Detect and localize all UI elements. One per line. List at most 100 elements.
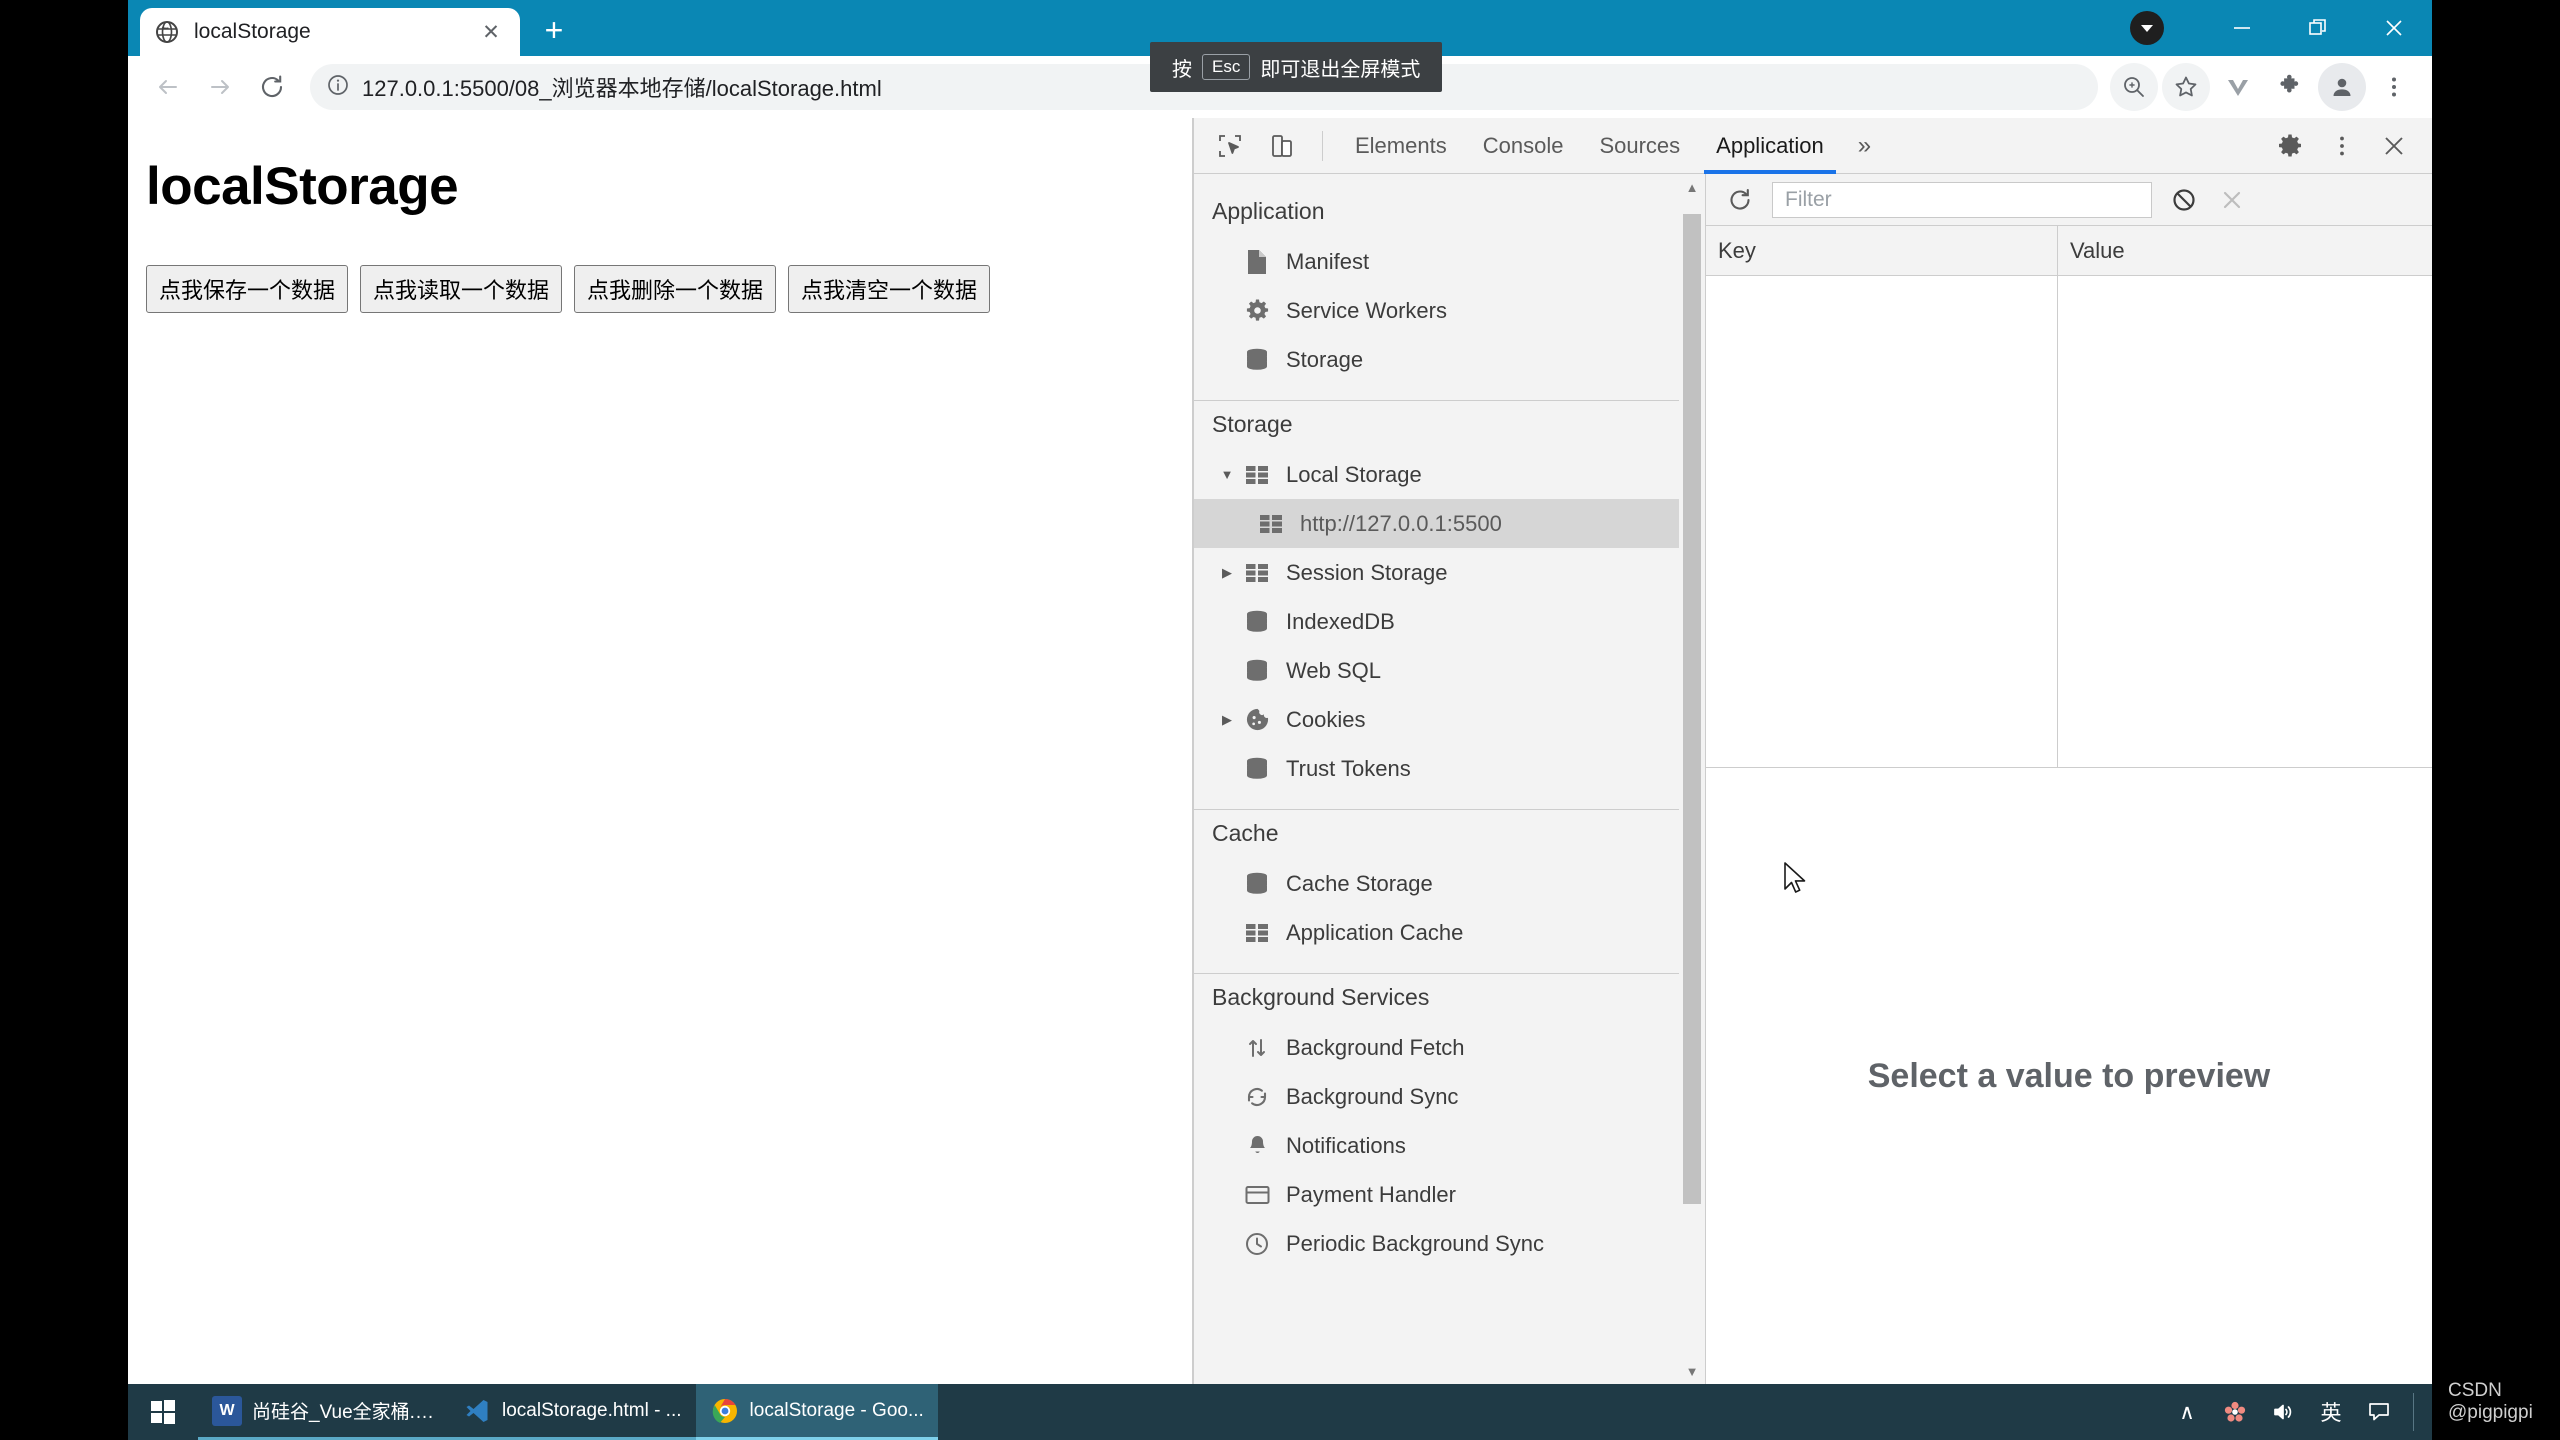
sidebar-group-cache: Cache [1212,820,1279,846]
toast-suffix: 即可退出全屏模式 [1260,58,1421,81]
maximize-restore-button[interactable] [2280,0,2356,56]
sidebar-item-indexeddb[interactable]: IndexedDB [1194,597,1705,646]
chrome-menu-icon[interactable] [2370,63,2418,111]
taskbar-item-vscode[interactable]: localStorage.html - ... [448,1384,696,1440]
vue-devtools-icon[interactable] [2214,63,2262,111]
sidebar-item-service-workers[interactable]: Service Workers [1194,286,1705,335]
sidebar-scrollbar[interactable]: ▲ ▼ [1679,174,1705,1384]
back-button[interactable] [142,61,194,113]
filter-input[interactable]: Filter [1772,181,2152,218]
document-icon [1240,249,1274,275]
device-toolbar-icon[interactable] [1256,123,1308,169]
clock-icon [1240,1232,1274,1256]
inspect-element-icon[interactable] [1204,123,1256,169]
devtools-close-icon[interactable] [2368,123,2420,169]
sidebar-group-storage: Storage [1212,411,1293,437]
storage-table-body[interactable] [1706,276,2432,768]
tab-console[interactable]: Console [1465,118,1582,174]
clear-data-button[interactable]: 点我清空一个数据 [788,265,991,313]
scrollbar-track[interactable] [1679,200,1705,1358]
tab-elements[interactable]: Elements [1337,118,1465,174]
tab-close-icon[interactable]: ✕ [476,17,506,47]
preview-empty-message: Select a value to preview [1867,1056,2271,1095]
download-indicator-icon[interactable] [2130,11,2164,45]
chevron-right-icon[interactable]: ▶ [1216,712,1238,728]
zoom-icon[interactable] [2110,63,2158,111]
reload-button[interactable] [246,61,298,113]
sidebar-item-local-storage-origin[interactable]: http://127.0.0.1:5500 [1194,499,1705,548]
sidebar-item-periodic-background-sync[interactable]: Periodic Background Sync [1194,1219,1705,1268]
column-header-key[interactable]: Key [1706,226,2058,275]
volume-icon[interactable] [2261,1384,2305,1440]
devtools-menu-icon[interactable] [2316,123,2368,169]
credit-card-icon [1240,1185,1274,1205]
sidebar-label: Web SQL [1286,657,1381,683]
table-icon [1254,514,1288,534]
delete-selected-icon[interactable] [2208,178,2256,222]
sidebar-item-background-fetch[interactable]: Background Fetch [1194,1023,1705,1072]
chevron-right-icon[interactable]: ▶ [1216,565,1238,581]
extensions-puzzle-icon[interactable] [2266,63,2314,111]
window-controls [2130,0,2432,56]
show-hidden-icons[interactable]: ∧ [2165,1384,2209,1440]
column-header-value[interactable]: Value [2058,226,2432,275]
devtools-tabbar: Elements Console Sources Application » [1194,118,2432,174]
sidebar-item-web-sql[interactable]: Web SQL [1194,646,1705,695]
more-tabs-icon[interactable]: » [1842,118,1887,174]
tab-application[interactable]: Application [1698,118,1842,174]
scroll-up-icon[interactable]: ▲ [1686,174,1699,200]
sidebar-item-session-storage[interactable]: ▶ Session Storage [1194,548,1705,597]
site-info-icon[interactable] [326,73,350,102]
devtools-toolbar-right [2264,123,2432,169]
new-tab-button[interactable]: + [530,6,578,54]
sidebar-item-notifications[interactable]: Notifications [1194,1121,1705,1170]
value-column [2058,276,2432,767]
sidebar-item-cookies[interactable]: ▶ Cookies [1194,695,1705,744]
sogou-ime-icon[interactable] [2213,1384,2257,1440]
sidebar-item-background-sync[interactable]: Background Sync [1194,1072,1705,1121]
sidebar-item-trust-tokens[interactable]: Trust Tokens [1194,744,1705,793]
taskbar-item-chrome[interactable]: localStorage - Goo... [695,1384,938,1440]
storage-pane: Filter Key Value Select a value to previ… [1706,174,2432,1384]
browser-tab[interactable]: localStorage ✕ [140,8,520,56]
clear-all-icon[interactable] [2160,178,2208,222]
chevron-down-icon[interactable]: ▼ [1216,467,1238,482]
sidebar-label: Manifest [1286,248,1370,274]
sidebar-item-manifest[interactable]: Manifest [1194,237,1705,286]
sidebar-item-local-storage[interactable]: ▼ Local Storage [1194,450,1705,499]
fullscreen-exit-toast: 按 Esc 即可退出全屏模式 [1150,42,1443,92]
sidebar-item-cache-storage[interactable]: Cache Storage [1194,859,1705,908]
sidebar-label: IndexedDB [1286,608,1395,634]
sidebar-item-payment-handler[interactable]: Payment Handler [1194,1170,1705,1219]
sidebar-label: Trust Tokens [1286,755,1411,781]
forward-button[interactable] [194,61,246,113]
settings-gear-icon[interactable] [2264,123,2316,169]
action-center-icon[interactable] [2357,1384,2401,1440]
taskbar-label: localStorage.html - ... [502,1399,682,1421]
start-button[interactable] [128,1384,198,1440]
database-icon [1240,659,1274,683]
sidebar-label: Application Cache [1286,919,1464,945]
vscode-icon [462,1396,492,1426]
database-icon [1240,757,1274,781]
minimize-button[interactable] [2204,0,2280,56]
close-window-button[interactable] [2356,0,2432,56]
sidebar-label: Local Storage [1286,461,1422,487]
url-text: 127.0.0.1:5500/08_浏览器本地存储/localStorage.h… [362,76,882,101]
sidebar-label: Service Workers [1286,297,1447,323]
sidebar-item-storage[interactable]: Storage [1194,335,1705,384]
taskbar-item-word[interactable]: W 尚硅谷_Vue全家桶.d... [198,1384,448,1440]
sidebar-item-application-cache[interactable]: Application Cache [1194,908,1705,957]
page-title: localStorage [146,157,459,216]
tab-sources[interactable]: Sources [1581,118,1698,174]
profile-avatar-icon[interactable] [2318,63,2366,111]
input-language-icon[interactable]: 英 [2309,1384,2353,1440]
bookmark-star-icon[interactable] [2162,63,2210,111]
scrollbar-thumb[interactable] [1683,214,1701,1204]
read-data-button[interactable]: 点我读取一个数据 [360,265,563,313]
refresh-icon[interactable] [1716,178,1764,222]
scroll-down-icon[interactable]: ▼ [1686,1358,1699,1384]
save-data-button[interactable]: 点我保存一个数据 [146,265,349,313]
delete-data-button[interactable]: 点我删除一个数据 [574,265,777,313]
watermark: CSDN @pigpigpi [2448,1380,2533,1423]
